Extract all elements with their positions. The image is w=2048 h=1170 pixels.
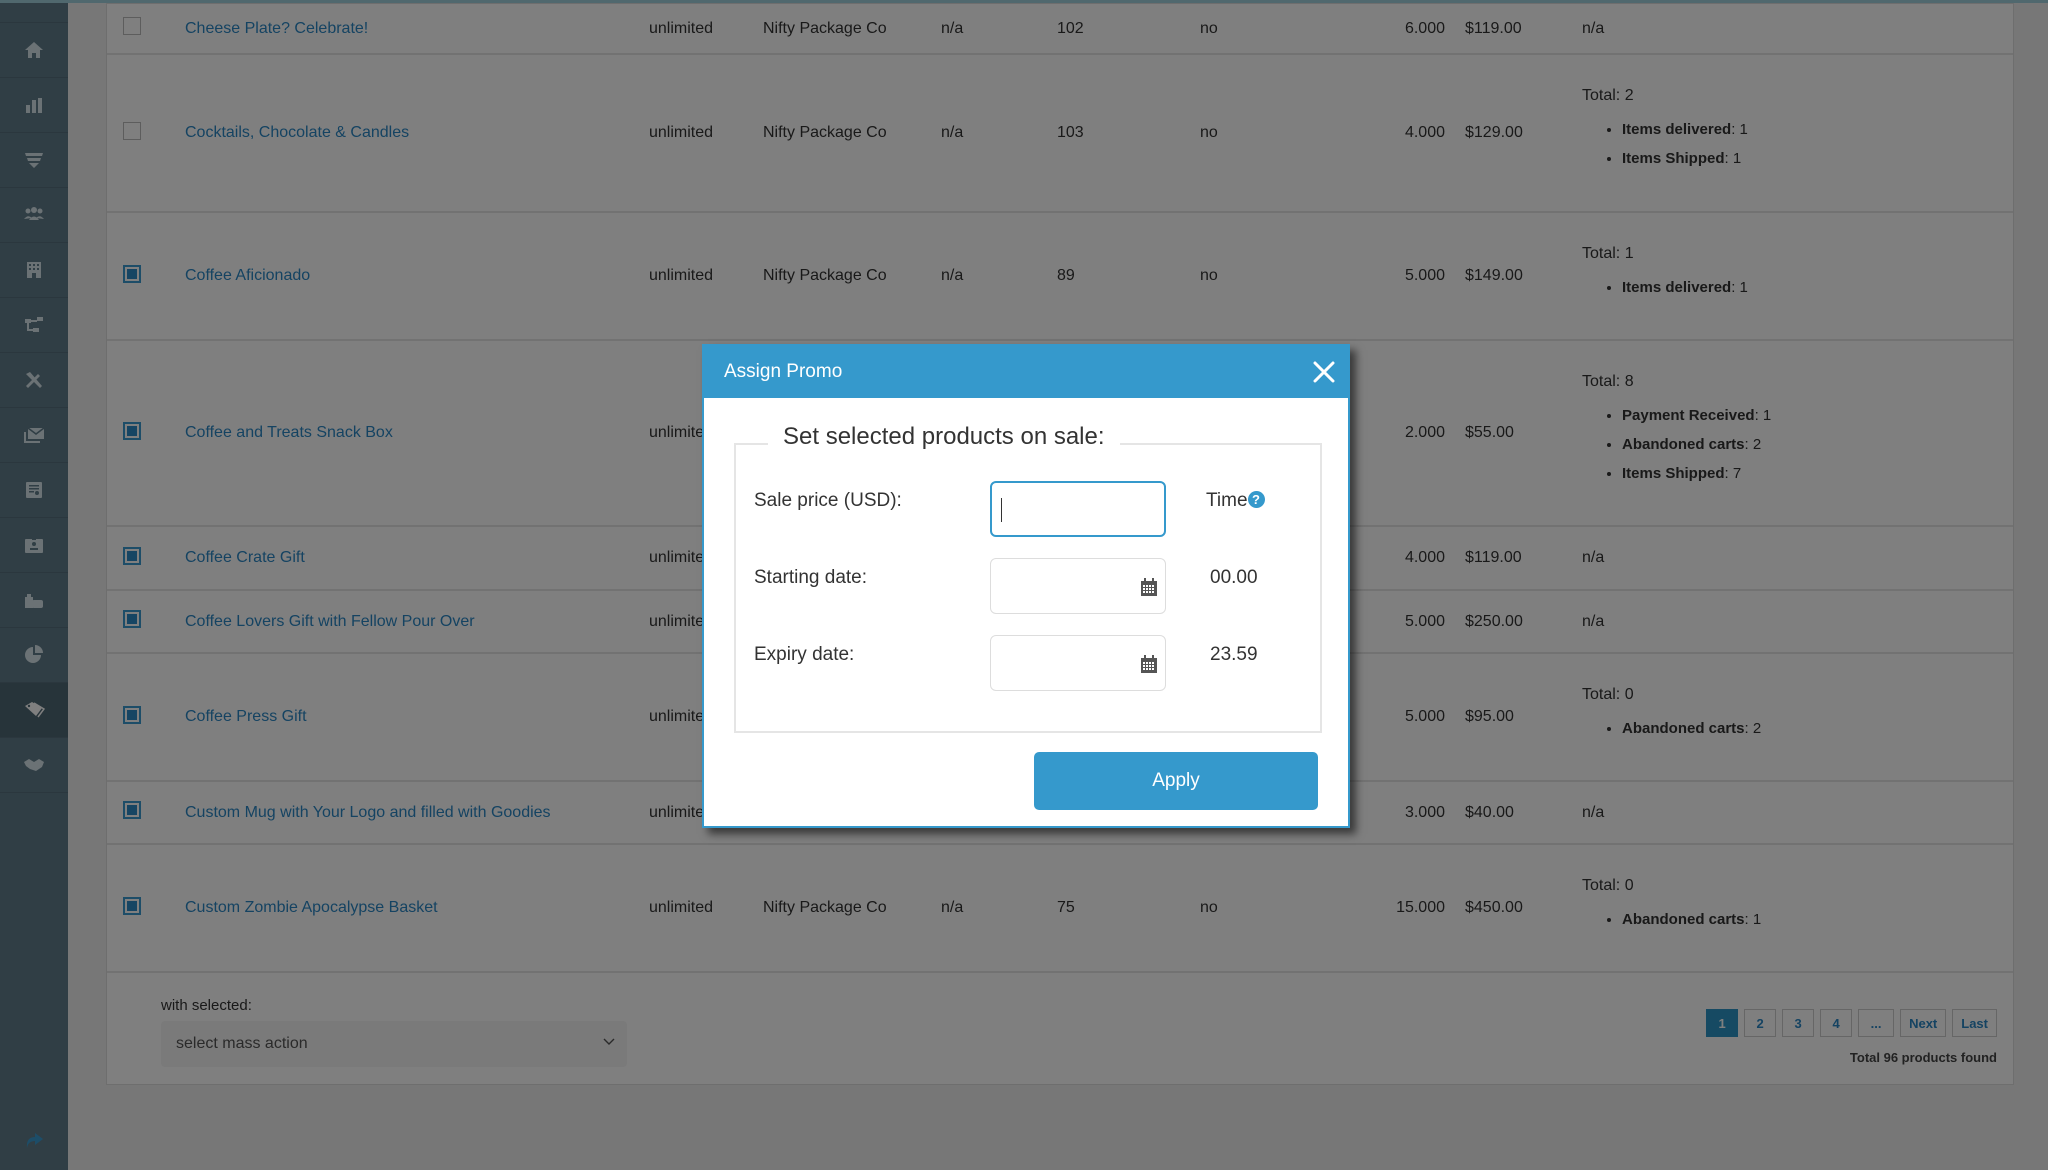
start-time-value: 00.00 [1210,567,1258,588]
assign-promo-modal: Assign Promo Set selected products on sa… [702,344,1350,828]
sale-price-label: Sale price (USD): [754,490,902,511]
sale-price-field[interactable] [990,481,1166,537]
expiry-date-field[interactable] [990,635,1166,691]
fieldset-legend: Set selected products on sale: [768,423,1120,451]
close-icon[interactable] [1310,358,1338,386]
time-label-text: Time [1206,490,1248,511]
text-caret [1001,498,1002,522]
starting-date-field[interactable] [990,558,1166,614]
sale-price-input[interactable] [992,483,1164,535]
time-label: Time? [1206,490,1265,512]
starting-date-label: Starting date: [754,567,868,588]
modal-title: Assign Promo [724,361,843,382]
sale-fieldset: Set selected products on sale: Sale pric… [734,423,1322,733]
calendar-icon[interactable] [1140,654,1158,674]
expiry-date-label: Expiry date: [754,644,855,665]
expiry-time-value: 23.59 [1210,644,1258,665]
expiry-date-input[interactable] [991,636,1165,690]
help-icon[interactable]: ? [1247,491,1265,508]
starting-date-input[interactable] [991,559,1165,613]
apply-button[interactable]: Apply [1034,752,1318,810]
modal-header: Assign Promo [704,346,1348,398]
calendar-icon[interactable] [1140,577,1158,597]
